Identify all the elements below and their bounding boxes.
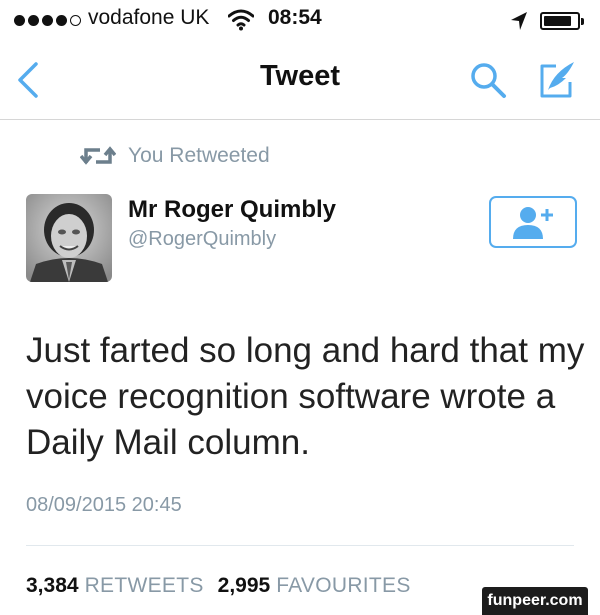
status-time: 08:54 [268, 6, 322, 29]
retweet-label: You Retweeted [128, 144, 270, 167]
nav-bar: Tweet [0, 44, 600, 120]
add-user-icon [513, 207, 553, 239]
search-icon [471, 63, 506, 98]
compose-icon [540, 62, 574, 98]
tweet-timestamp: 08/09/2015 20:45 [26, 494, 182, 516]
tweet-text: Just farted so long and hard that my voi… [26, 331, 585, 462]
retweet-indicator: You Retweeted [80, 144, 270, 168]
page-title: Tweet [259, 60, 341, 92]
author-handle[interactable]: @RogerQuimbly [128, 228, 276, 251]
watermark: funpeer.com [482, 587, 588, 615]
author-name[interactable]: Mr Roger Quimbly [128, 196, 336, 224]
battery-icon [540, 12, 584, 30]
location-arrow-icon [509, 10, 529, 37]
signal-dots-icon [14, 15, 81, 26]
follow-button[interactable] [489, 196, 577, 248]
search-button[interactable] [468, 60, 508, 100]
compose-button[interactable] [534, 58, 578, 102]
retweet-icon [80, 146, 116, 165]
retweets-count[interactable]: 3,384 [26, 574, 79, 598]
carrier-name: vodafone UK [88, 6, 210, 29]
retweets-label[interactable]: RETWEETS [85, 574, 204, 598]
avatar[interactable] [26, 194, 112, 282]
tweet-stats: 3,384 RETWEETS 2,995 FAVOURITES [26, 574, 425, 598]
favourites-count[interactable]: 2,995 [218, 574, 271, 598]
divider [26, 545, 574, 546]
favourites-label[interactable]: FAVOURITES [276, 574, 410, 598]
wifi-icon [227, 9, 255, 36]
status-bar: vodafone UK 08:54 [0, 0, 600, 44]
